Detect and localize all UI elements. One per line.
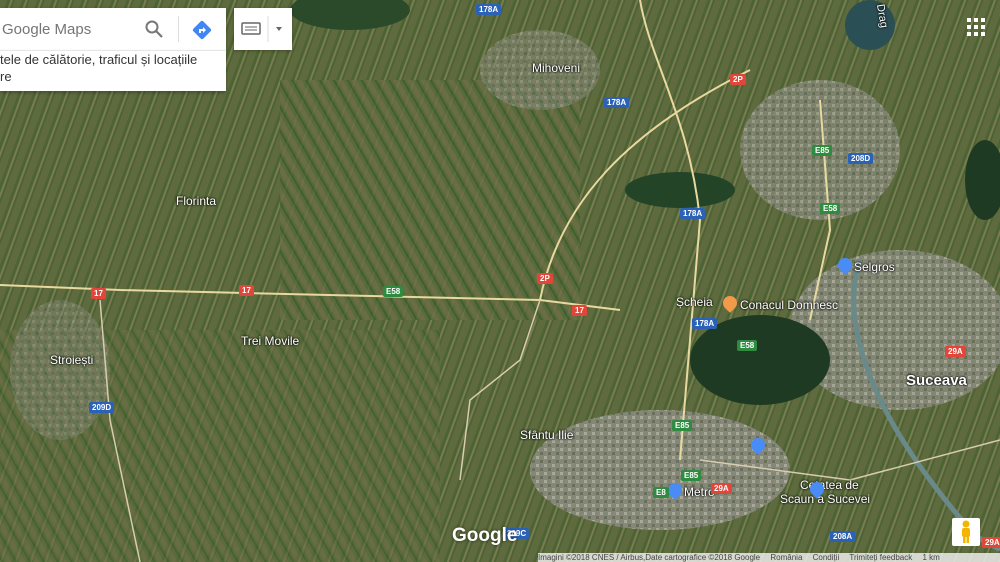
suggestion-line: tele de călătorie, traficul și locațiile	[0, 52, 198, 67]
road-shield: 29A	[945, 346, 966, 357]
attribution-text: Imagini ©2018 CNES / Airbus,Date cartogr…	[538, 553, 761, 562]
place-label[interactable]: Sfântu Ilie	[520, 428, 573, 442]
place-label[interactable]: Mihoveni	[532, 61, 580, 75]
pegman-icon[interactable]	[952, 518, 980, 546]
road-shield: 178A	[692, 318, 718, 329]
divider	[178, 16, 179, 42]
road-shield: 29A	[711, 483, 732, 494]
search-suggestion[interactable]: tele de călătorie, traficul și locațiile…	[0, 50, 226, 91]
scale-label[interactable]: 1 km	[922, 553, 939, 562]
road-shield: 208D	[848, 153, 874, 164]
road-shield: E8	[653, 487, 669, 498]
region-link[interactable]: România	[770, 553, 802, 562]
road-shield: E58	[737, 340, 758, 351]
poi-label[interactable]: Scaun a Sucevei	[780, 492, 870, 506]
poi-label[interactable]: Conacul Domnesc	[740, 298, 838, 312]
road-shield: E85	[672, 420, 693, 431]
place-label[interactable]: Șcheia	[676, 295, 713, 309]
road-shield: E58	[820, 203, 841, 214]
poi-label[interactable]: Selgros	[854, 260, 895, 274]
place-label[interactable]: Trei Movile	[241, 334, 299, 348]
place-label[interactable]: Stroiești	[50, 353, 93, 367]
keyboard-icon[interactable]	[234, 8, 292, 50]
place-label[interactable]: Florinta	[176, 194, 216, 208]
search-box	[0, 8, 226, 50]
road-shield: 2P	[730, 74, 746, 85]
road-shield: 17	[239, 285, 254, 296]
map-footer: Imagini ©2018 CNES / Airbus,Date cartogr…	[538, 553, 1000, 562]
road-shield: E85	[681, 470, 702, 481]
street-view-pegman[interactable]	[952, 518, 980, 546]
road-shield: E58	[383, 286, 404, 297]
search-icon[interactable]	[144, 19, 164, 39]
input-tools[interactable]	[234, 8, 292, 50]
directions-icon[interactable]	[190, 18, 214, 42]
search-input[interactable]	[0, 20, 134, 39]
road-shield: E85	[812, 145, 833, 156]
road-shield: 178A	[604, 97, 630, 108]
city-label[interactable]: Suceava	[906, 372, 967, 389]
terms-link[interactable]: Condiții	[813, 553, 840, 562]
road-shield: 17	[91, 288, 106, 299]
road-shield: 209D	[89, 402, 115, 413]
road-shield: 208A	[830, 531, 856, 542]
google-logo: Google	[452, 525, 518, 546]
road-shield: 178A	[476, 4, 502, 15]
apps-grid-icon[interactable]	[966, 17, 986, 37]
road-shield: 178A	[680, 208, 706, 219]
road-shield: 29A	[982, 537, 1000, 548]
road-shield: 17	[572, 305, 587, 316]
road-shield: 2P	[537, 273, 553, 284]
feedback-link[interactable]: Trimiteți feedback	[849, 553, 912, 562]
suggestion-line: re	[0, 69, 12, 84]
